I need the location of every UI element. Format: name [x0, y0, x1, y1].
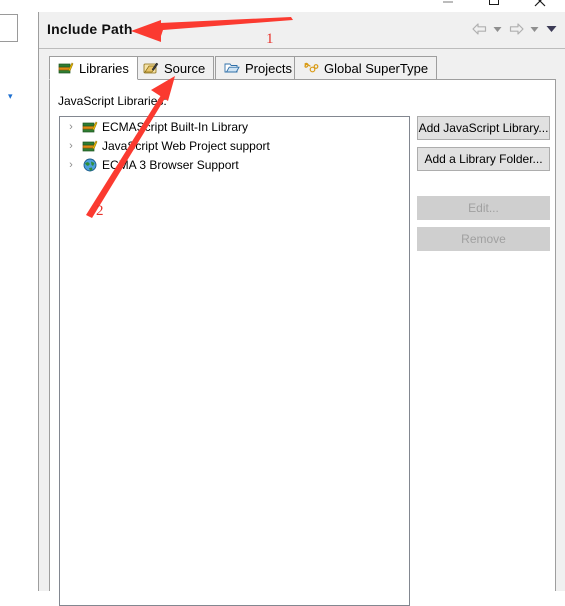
tree-item-label: ECMAScript Built-In Library — [102, 119, 249, 134]
source-folder-pencil-icon — [143, 60, 159, 76]
annotation-number-1: 1 — [266, 31, 274, 47]
expand-chevron-icon[interactable]: › — [64, 140, 78, 152]
button-spacer — [417, 178, 550, 196]
view-toolbar — [469, 20, 559, 38]
chevron-down-icon — [530, 26, 539, 32]
tab-global-supertype[interactable]: Global SuperType — [294, 56, 438, 80]
tab-libraries[interactable]: Libraries — [49, 56, 138, 80]
tree-item-label: JavaScript Web Project support — [102, 138, 270, 153]
close-button[interactable] — [517, 0, 563, 12]
edit-button[interactable]: Edit... — [417, 196, 550, 220]
tree-item-javascript-web-project-support[interactable]: › JavaScript Web Project support — [60, 136, 409, 155]
annotation-number-2: 2 — [96, 203, 104, 219]
libraries-tab-panel: JavaScript Libraries: › ECMAScript Built… — [49, 80, 556, 606]
open-folder-icon — [224, 60, 240, 76]
include-path-panel: Include Path Libraries Source Projects G… — [38, 12, 565, 606]
tab-label: Source — [164, 60, 206, 76]
expand-chevron-icon[interactable]: › — [64, 159, 78, 171]
back-arrow-glyph — [471, 23, 486, 35]
panel-header: Include Path — [39, 12, 565, 49]
chevron-down-icon — [493, 26, 502, 32]
back-arrow-icon[interactable] — [469, 20, 489, 38]
tab-strip: Libraries Source Projects Global SuperTy… — [49, 56, 556, 80]
tree-item-ecma-3-browser-support[interactable]: › ECMA 3 Browser Support — [60, 155, 409, 174]
library-action-buttons: Add JavaScript Library... Add a Library … — [417, 116, 550, 258]
books-library-icon — [58, 60, 74, 76]
window-controls — [0, 0, 565, 12]
tab-source[interactable]: Source — [134, 56, 215, 80]
view-menu-caret-icon[interactable] — [543, 20, 559, 38]
forward-arrow-icon[interactable] — [506, 20, 526, 38]
background-chevron-icon: ▾ — [8, 91, 13, 101]
minimize-button[interactable] — [425, 0, 471, 12]
add-library-folder-button[interactable]: Add a Library Folder... — [417, 147, 550, 171]
javascript-libraries-tree[interactable]: › ECMAScript Built-In Library › JavaScri… — [59, 116, 410, 606]
maximize-icon — [489, 0, 499, 5]
add-javascript-library-button[interactable]: Add JavaScript Library... — [417, 116, 550, 140]
tab-label: Projects — [245, 60, 292, 76]
back-history-caret-icon[interactable] — [491, 20, 504, 38]
close-icon — [534, 0, 546, 7]
javascript-libraries-label: JavaScript Libraries: — [58, 94, 167, 108]
minimize-icon — [443, 1, 453, 3]
forward-history-caret-icon[interactable] — [528, 20, 541, 38]
supertype-icon — [303, 60, 319, 76]
background-dialog-field-partial — [0, 14, 18, 42]
tab-projects[interactable]: Projects — [215, 56, 301, 80]
tab-label: Libraries — [79, 60, 129, 76]
tab-label: Global SuperType — [324, 60, 429, 76]
globe-icon — [82, 157, 98, 173]
tree-item-ecmascript-builtin[interactable]: › ECMAScript Built-In Library — [60, 117, 409, 136]
remove-button[interactable]: Remove — [417, 227, 550, 251]
books-library-icon — [82, 119, 98, 135]
tree-item-label: ECMA 3 Browser Support — [102, 157, 239, 172]
books-library-icon — [82, 138, 98, 154]
expand-chevron-icon[interactable]: › — [64, 121, 78, 133]
forward-arrow-glyph — [509, 23, 524, 35]
maximize-button[interactable] — [471, 0, 517, 12]
page-title: Include Path — [47, 21, 133, 37]
chevron-down-icon — [546, 26, 556, 32]
